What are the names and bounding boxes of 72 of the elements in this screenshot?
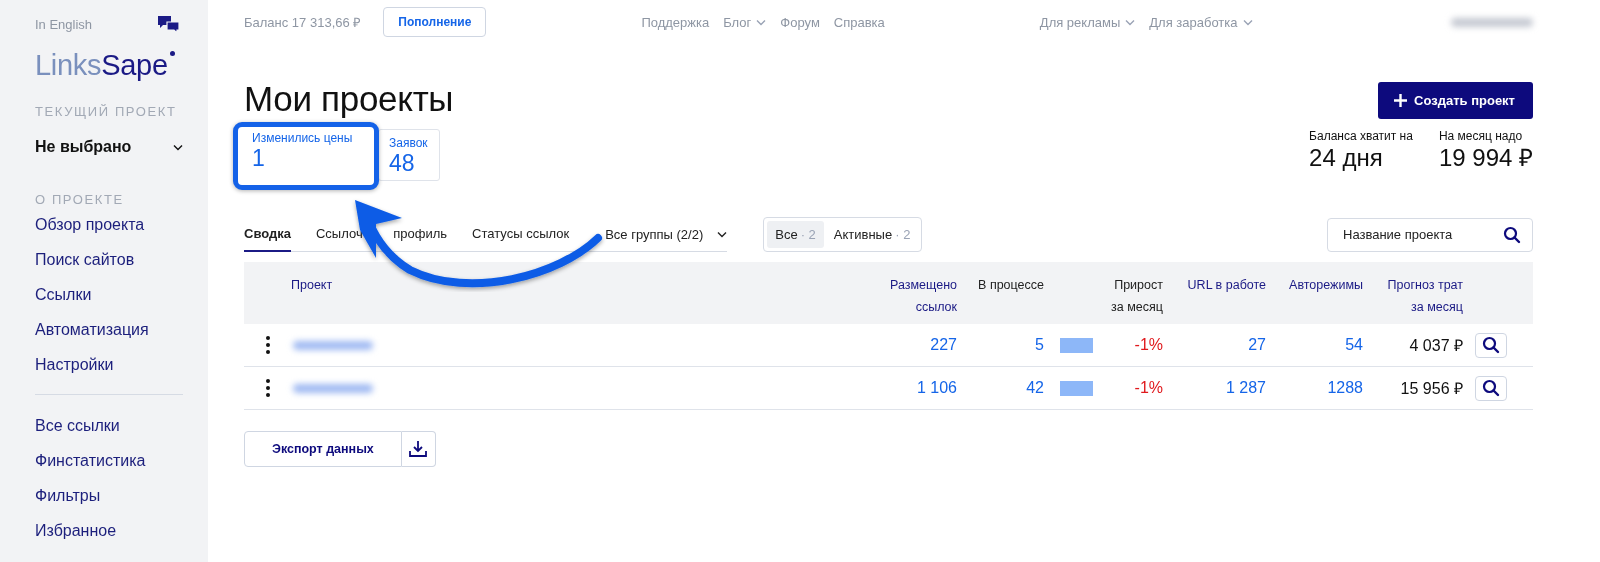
section-heading: О ПРОЕКТЕ (35, 192, 125, 207)
sidebar-item[interactable]: Автоматизация (35, 320, 208, 339)
table-cell[interactable]: 5 (1035, 336, 1044, 354)
table-cell[interactable]: 1 287 (1225, 379, 1266, 397)
column-header[interactable]: URL в работе (1187, 274, 1266, 296)
sidebar-item[interactable]: Ссылки (35, 285, 208, 304)
sidebar-item[interactable]: Избранное (35, 521, 208, 540)
column-header[interactable]: Авторежимы (1289, 274, 1363, 296)
page-title: Мои проекты (244, 79, 454, 119)
status-filter[interactable]: Все · 2 (767, 221, 824, 248)
chevron-icon (173, 143, 183, 151)
search-icon (1503, 225, 1521, 244)
column-header[interactable]: Проект (291, 274, 333, 296)
logo[interactable]: LinksSape (35, 49, 175, 82)
balance-text: Баланс 17 313,66 ₽ (244, 14, 362, 31)
column-header[interactable]: Прогноз трат за месяц (1373, 274, 1463, 318)
table-cell[interactable]: 1 106 (916, 379, 957, 397)
more-icon[interactable] (265, 379, 270, 397)
top-up-button[interactable]: Пополнение (383, 7, 487, 37)
table-cell[interactable]: 27 (1248, 336, 1266, 354)
chevron-icon (1125, 18, 1136, 26)
sidebar-item[interactable]: Фильтры (35, 486, 208, 505)
counter-value: 1 (252, 145, 266, 171)
search-field[interactable]: Название проекта (1327, 217, 1533, 252)
sidebar-item[interactable]: Настройки (35, 355, 208, 374)
export-button[interactable]: Экспорт данных (244, 431, 402, 467)
group-dropdown[interactable]: Все группы (2/2) (605, 217, 728, 251)
table-cell: -1% (1134, 336, 1163, 354)
table-cell[interactable]: 54 (1345, 336, 1363, 354)
bar-graphic (1060, 380, 1093, 396)
sidebar-item[interactable]: Обзор проекта (35, 215, 208, 234)
counter-label: Заявок (389, 136, 429, 150)
chevron-icon (717, 230, 728, 238)
project-selector[interactable]: Не выбрано (35, 138, 183, 156)
search-icon (1482, 336, 1500, 354)
download-icon (409, 440, 428, 458)
section-heading: ТЕКУЩИЙ ПРОЕКТ (35, 104, 178, 119)
chevron-icon (1242, 18, 1253, 26)
stat-value: 19 994 ₽ (1438, 143, 1533, 173)
column-header: В процессе (978, 277, 1044, 294)
tab[interactable]: Статусы ссылок (472, 217, 570, 252)
counter-label: Изменились цены (252, 131, 354, 145)
counter-value: 48 (389, 150, 416, 176)
stat-value: 24 дня (1309, 143, 1384, 173)
status-filter[interactable]: Активные · 2 (825, 221, 919, 248)
sidebar-item[interactable]: Поиск сайтов (35, 250, 208, 269)
sidebar-item[interactable]: Все ссылки (35, 416, 208, 435)
table-cell[interactable]: 227 (930, 336, 957, 354)
tab[interactable]: Ссылоч профиль (315, 217, 448, 252)
table-cell[interactable]: 42 (1026, 379, 1044, 397)
chat-icon[interactable] (158, 15, 180, 33)
plus-icon (1394, 94, 1408, 107)
download-button[interactable] (401, 431, 436, 467)
column-header: Прирост за месяц (1110, 277, 1163, 316)
counter-card[interactable]: Изменились цены 1 (233, 122, 379, 190)
more-icon[interactable] (265, 336, 270, 354)
table-cell-text: 4 037 ₽ (1409, 336, 1463, 356)
search-button[interactable] (1475, 375, 1507, 401)
search-icon (1482, 379, 1500, 397)
counter-card[interactable]: Заявок 48 (378, 129, 440, 181)
create-project-button[interactable]: Создать проект (1378, 82, 1533, 119)
tab[interactable]: Сводка (244, 217, 291, 252)
table-cell: -1% (1134, 379, 1163, 397)
sidebar-item[interactable]: Финстатистика (35, 451, 208, 470)
bar-graphic (1060, 337, 1093, 353)
stat-label: Баланса хватит на (1309, 129, 1413, 143)
stat-label: На месяц надо (1438, 129, 1524, 143)
column-header[interactable]: Размещено ссылок (877, 274, 957, 318)
chevron-icon (756, 18, 767, 26)
table-cell[interactable]: 1288 (1327, 379, 1363, 397)
table-cell-text: 15 956 ₽ (1400, 379, 1463, 399)
search-button[interactable] (1475, 332, 1507, 358)
